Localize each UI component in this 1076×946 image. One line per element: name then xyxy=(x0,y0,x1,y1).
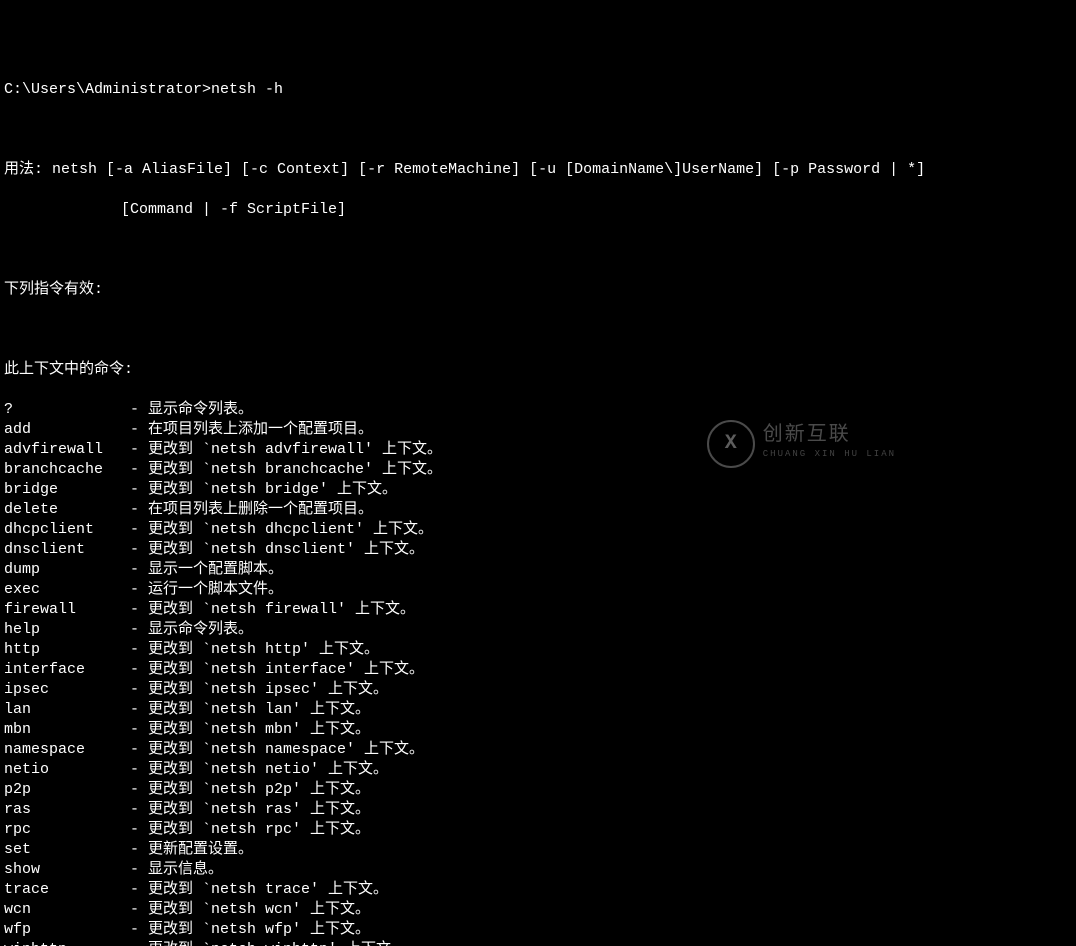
command-row: netio- 更改到 `netsh netio' 上下文。 xyxy=(4,760,1072,780)
command-desc: - 更改到 `netsh namespace' 上下文。 xyxy=(130,740,424,760)
command-desc: - 在项目列表上添加一个配置项目。 xyxy=(130,420,373,440)
command-name: ipsec xyxy=(4,680,130,700)
usage-text-1: netsh [-a AliasFile] [-c Context] [-r Re… xyxy=(52,161,925,178)
command-name: exec xyxy=(4,580,130,600)
command-name: advfirewall xyxy=(4,440,130,460)
command-row: http- 更改到 `netsh http' 上下文。 xyxy=(4,640,1072,660)
blank-line xyxy=(4,120,1072,140)
command-name: bridge xyxy=(4,480,130,500)
blank-line xyxy=(4,320,1072,340)
command-desc: - 更改到 `netsh firewall' 上下文。 xyxy=(130,600,415,620)
command-desc: - 更改到 `netsh winhttp' 上下文。 xyxy=(130,940,406,946)
command-row: add- 在项目列表上添加一个配置项目。 xyxy=(4,420,1072,440)
command-row: winhttp- 更改到 `netsh winhttp' 上下文。 xyxy=(4,940,1072,946)
command-desc: - 更改到 `netsh mbn' 上下文。 xyxy=(130,720,370,740)
command-row: namespace- 更改到 `netsh namespace' 上下文。 xyxy=(4,740,1072,760)
command-row: wcn- 更改到 `netsh wcn' 上下文。 xyxy=(4,900,1072,920)
command-row: set- 更新配置设置。 xyxy=(4,840,1072,860)
command-row: branchcache- 更改到 `netsh branchcache' 上下文… xyxy=(4,460,1072,480)
command-desc: - 更改到 `netsh interface' 上下文。 xyxy=(130,660,424,680)
command-name: netio xyxy=(4,760,130,780)
command-name: delete xyxy=(4,500,130,520)
command-row: dnsclient- 更改到 `netsh dnsclient' 上下文。 xyxy=(4,540,1072,560)
command-desc: - 更改到 `netsh ras' 上下文。 xyxy=(130,800,370,820)
command-text: netsh -h xyxy=(211,81,283,98)
command-row: delete- 在项目列表上删除一个配置项目。 xyxy=(4,500,1072,520)
blank-line xyxy=(4,240,1072,260)
command-name: dump xyxy=(4,560,130,580)
command-name: wcn xyxy=(4,900,130,920)
command-row: show- 显示信息。 xyxy=(4,860,1072,880)
command-desc: - 显示命令列表。 xyxy=(130,400,253,420)
command-desc: - 更改到 `netsh branchcache' 上下文。 xyxy=(130,460,442,480)
command-desc: - 更改到 `netsh trace' 上下文。 xyxy=(130,880,388,900)
command-name: lan xyxy=(4,700,130,720)
command-name: winhttp xyxy=(4,940,130,946)
usage-line-2: [Command | -f ScriptFile] xyxy=(4,200,1072,220)
command-row: exec- 运行一个脚本文件。 xyxy=(4,580,1072,600)
command-desc: - 显示信息。 xyxy=(130,860,223,880)
command-name: dhcpclient xyxy=(4,520,130,540)
command-desc: - 更改到 `netsh lan' 上下文。 xyxy=(130,700,370,720)
command-name: show xyxy=(4,860,130,880)
command-row: help- 显示命令列表。 xyxy=(4,620,1072,640)
command-row: bridge- 更改到 `netsh bridge' 上下文。 xyxy=(4,480,1072,500)
command-name: rpc xyxy=(4,820,130,840)
command-desc: - 更改到 `netsh p2p' 上下文。 xyxy=(130,780,370,800)
terminal-output[interactable]: { "prompt1": "C:\\Users\\Administrator>"… xyxy=(0,0,1076,946)
command-row: ras- 更改到 `netsh ras' 上下文。 xyxy=(4,800,1072,820)
command-desc: - 更改到 `netsh ipsec' 上下文。 xyxy=(130,680,388,700)
command-row: ?- 显示命令列表。 xyxy=(4,400,1072,420)
command-row: ipsec- 更改到 `netsh ipsec' 上下文。 xyxy=(4,680,1072,700)
command-desc: - 更改到 `netsh advfirewall' 上下文。 xyxy=(130,440,442,460)
command-name: interface xyxy=(4,660,130,680)
command-row: lan- 更改到 `netsh lan' 上下文。 xyxy=(4,700,1072,720)
command-desc: - 运行一个脚本文件。 xyxy=(130,580,283,600)
command-row: dhcpclient- 更改到 `netsh dhcpclient' 上下文。 xyxy=(4,520,1072,540)
command-desc: - 更改到 `netsh dnsclient' 上下文。 xyxy=(130,540,424,560)
command-row: trace- 更改到 `netsh trace' 上下文。 xyxy=(4,880,1072,900)
command-desc: - 更改到 `netsh bridge' 上下文。 xyxy=(130,480,397,500)
command-row: firewall- 更改到 `netsh firewall' 上下文。 xyxy=(4,600,1072,620)
command-desc: - 更改到 `netsh netio' 上下文。 xyxy=(130,760,388,780)
command-row: wfp- 更改到 `netsh wfp' 上下文。 xyxy=(4,920,1072,940)
command-name: ras xyxy=(4,800,130,820)
command-desc: - 在项目列表上删除一个配置项目。 xyxy=(130,500,373,520)
command-row: interface- 更改到 `netsh interface' 上下文。 xyxy=(4,660,1072,680)
command-desc: - 更改到 `netsh rpc' 上下文。 xyxy=(130,820,370,840)
command-name: help xyxy=(4,620,130,640)
command-row: dump- 显示一个配置脚本。 xyxy=(4,560,1072,580)
context-header: 此上下文中的命令: xyxy=(4,360,1072,380)
command-name: namespace xyxy=(4,740,130,760)
command-desc: - 显示一个配置脚本。 xyxy=(130,560,283,580)
prompt-text: C:\Users\Administrator> xyxy=(4,81,211,98)
usage-label: 用法: xyxy=(4,161,52,178)
command-row: p2p- 更改到 `netsh p2p' 上下文。 xyxy=(4,780,1072,800)
command-desc: - 显示命令列表。 xyxy=(130,620,253,640)
command-desc: - 更改到 `netsh wfp' 上下文。 xyxy=(130,920,370,940)
command-name: trace xyxy=(4,880,130,900)
valid-header: 下列指令有效: xyxy=(4,280,1072,300)
command-desc: - 更改到 `netsh http' 上下文。 xyxy=(130,640,379,660)
command-row: mbn- 更改到 `netsh mbn' 上下文。 xyxy=(4,720,1072,740)
command-row: advfirewall- 更改到 `netsh advfirewall' 上下文… xyxy=(4,440,1072,460)
command-desc: - 更改到 `netsh dhcpclient' 上下文。 xyxy=(130,520,433,540)
command-desc: - 更新配置设置。 xyxy=(130,840,253,860)
command-desc: - 更改到 `netsh wcn' 上下文。 xyxy=(130,900,370,920)
command-name: http xyxy=(4,640,130,660)
command-name: branchcache xyxy=(4,460,130,480)
command-name: mbn xyxy=(4,720,130,740)
command-name: p2p xyxy=(4,780,130,800)
command-name: add xyxy=(4,420,130,440)
command-name: dnsclient xyxy=(4,540,130,560)
command-name: set xyxy=(4,840,130,860)
command-name: ? xyxy=(4,400,130,420)
command-row: rpc- 更改到 `netsh rpc' 上下文。 xyxy=(4,820,1072,840)
command-name: wfp xyxy=(4,920,130,940)
prompt-line-1: C:\Users\Administrator>netsh -h xyxy=(4,80,1072,100)
command-list: ?- 显示命令列表。add- 在项目列表上添加一个配置项目。advfirewal… xyxy=(4,400,1072,946)
command-name: firewall xyxy=(4,600,130,620)
usage-line-1: 用法: netsh [-a AliasFile] [-c Context] [-… xyxy=(4,160,1072,180)
